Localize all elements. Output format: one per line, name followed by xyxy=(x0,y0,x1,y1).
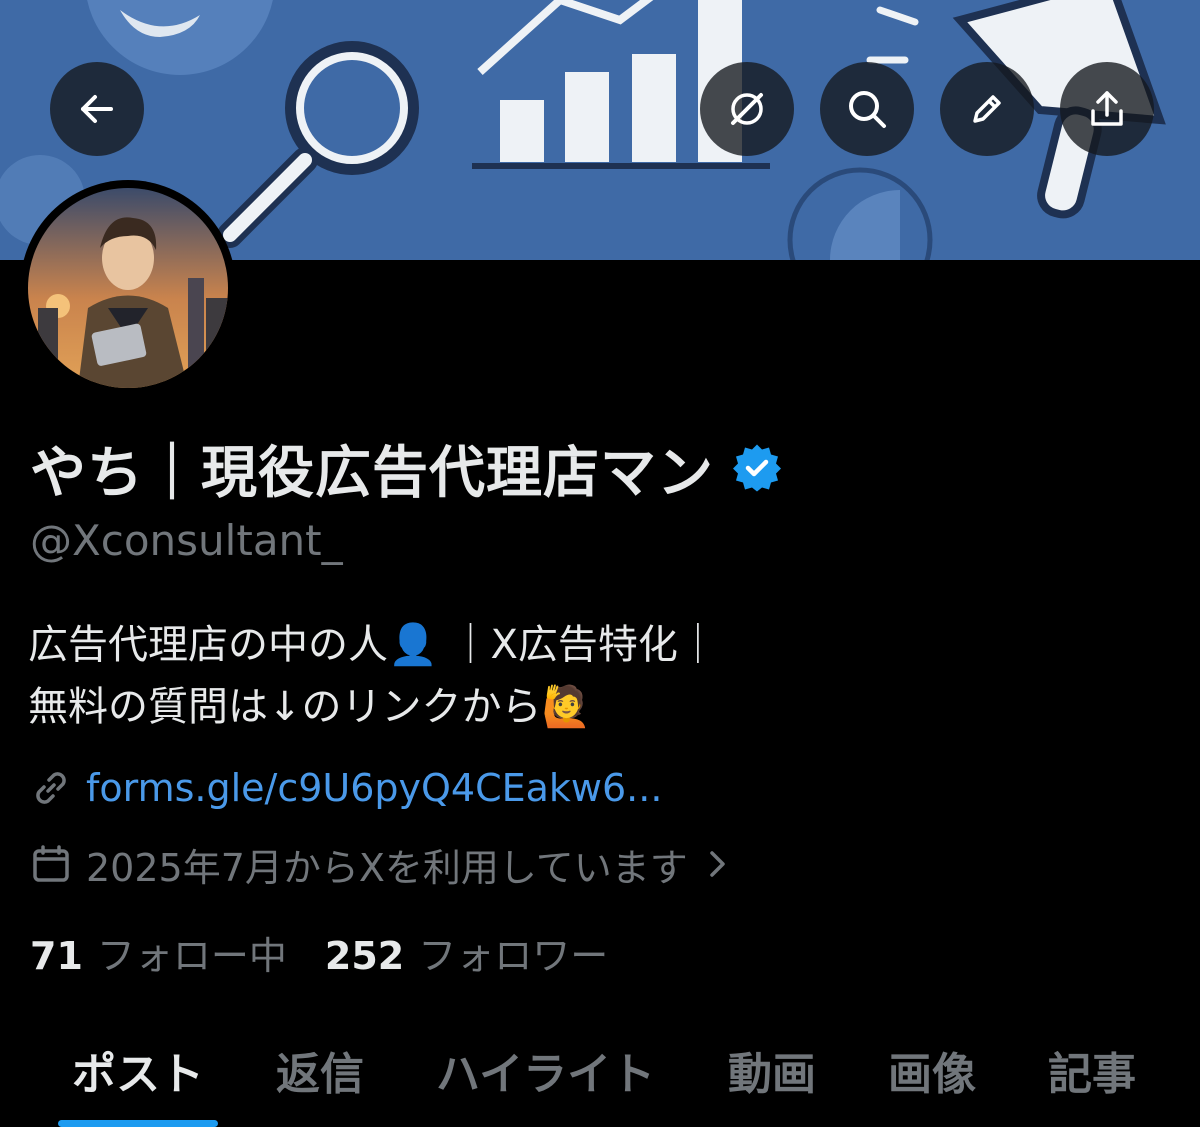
back-button[interactable] xyxy=(50,62,144,156)
bio-line: 無料の質問は↓のリンクから🙋 xyxy=(28,684,592,730)
verified-badge-icon xyxy=(733,444,781,492)
joined-text: 2025年7月からXを利用しています xyxy=(86,845,688,890)
avatar[interactable] xyxy=(20,180,236,396)
profile-tabs: ポスト 返信 ハイライト 動画 画像 記事 xyxy=(0,1020,1200,1127)
share-icon xyxy=(1091,91,1123,126)
calendar-icon xyxy=(33,845,69,882)
share-button[interactable] xyxy=(1060,62,1154,156)
edit-button[interactable] xyxy=(940,62,1034,156)
followers-link[interactable]: 252 フォロワー xyxy=(325,925,608,980)
grok-button[interactable] xyxy=(700,62,794,156)
followers-label: フォロワー xyxy=(418,933,609,978)
avatar-image xyxy=(28,188,228,388)
website-link[interactable]: forms.gle/c9U6pyQ4CEakw6... xyxy=(30,762,662,814)
followers-count: 252 xyxy=(324,933,405,978)
grok-icon xyxy=(731,93,763,125)
search-button[interactable] xyxy=(820,62,914,156)
joined-date[interactable]: 2025年7月からXを利用しています xyxy=(30,838,732,890)
tab-posts[interactable]: ポスト xyxy=(72,1038,204,1102)
follow-stats: 71 フォロー中 252 フォロワー xyxy=(30,926,608,978)
tab-articles[interactable]: 記事 xyxy=(1048,1038,1136,1102)
active-tab-indicator xyxy=(58,1120,218,1127)
bio-line: 広告代理店の中の人👤 ｜X広告特化｜ xyxy=(28,622,718,668)
chevron-right-icon xyxy=(710,851,725,877)
tab-videos[interactable]: 動画 xyxy=(728,1038,816,1102)
bio: 広告代理店の中の人👤 ｜X広告特化｜ 無料の質問は↓のリンクから🙋 xyxy=(28,614,1168,738)
handle: @Xconsultant_ xyxy=(30,516,343,565)
link-icon xyxy=(36,772,66,804)
name-row: やち｜現役広告代理店マン xyxy=(30,428,782,508)
display-name: やち｜現役広告代理店マン xyxy=(30,440,714,506)
following-count: 71 xyxy=(30,933,83,978)
link-text[interactable]: forms.gle/c9U6pyQ4CEakw6... xyxy=(86,766,662,810)
following-label: フォロー中 xyxy=(96,933,287,978)
tab-images[interactable]: 画像 xyxy=(888,1038,976,1102)
tab-replies[interactable]: 返信 xyxy=(276,1038,364,1102)
tab-highlights[interactable]: ハイライト xyxy=(436,1038,655,1102)
pencil-icon xyxy=(973,95,1001,123)
arrow-left-icon xyxy=(81,95,113,123)
following-link[interactable]: 71 フォロー中 xyxy=(30,925,287,980)
search-icon xyxy=(849,91,886,128)
